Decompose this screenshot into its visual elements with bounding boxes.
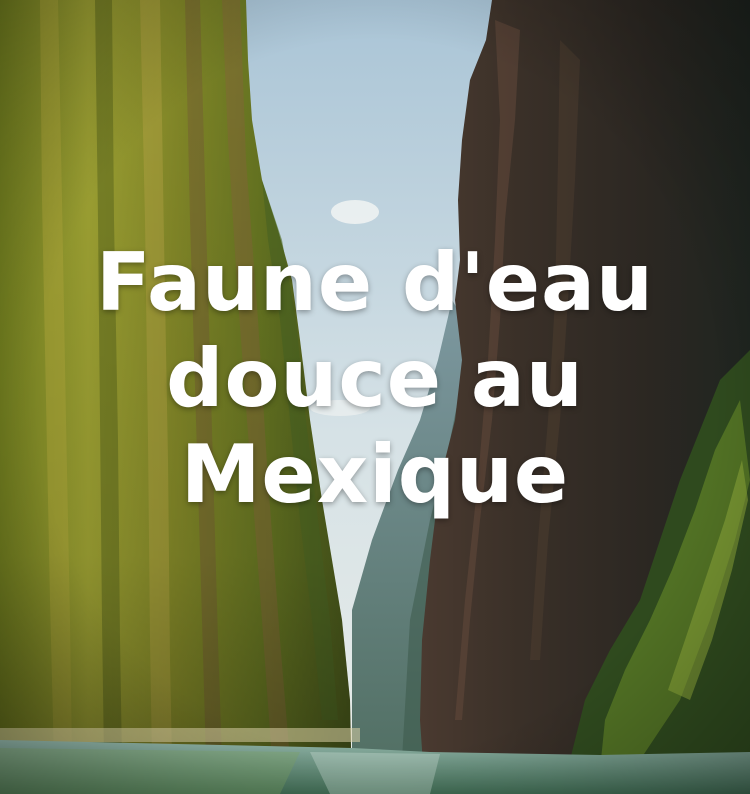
title-line-2: douce au — [166, 332, 584, 425]
canyon-poster: Faune d'eau douce au Mexique — [0, 0, 750, 794]
title-line-3: Mexique — [180, 428, 570, 521]
title-line-1: Faune d'eau — [96, 236, 654, 329]
poster-title: Faune d'eau douce au Mexique — [0, 235, 750, 523]
